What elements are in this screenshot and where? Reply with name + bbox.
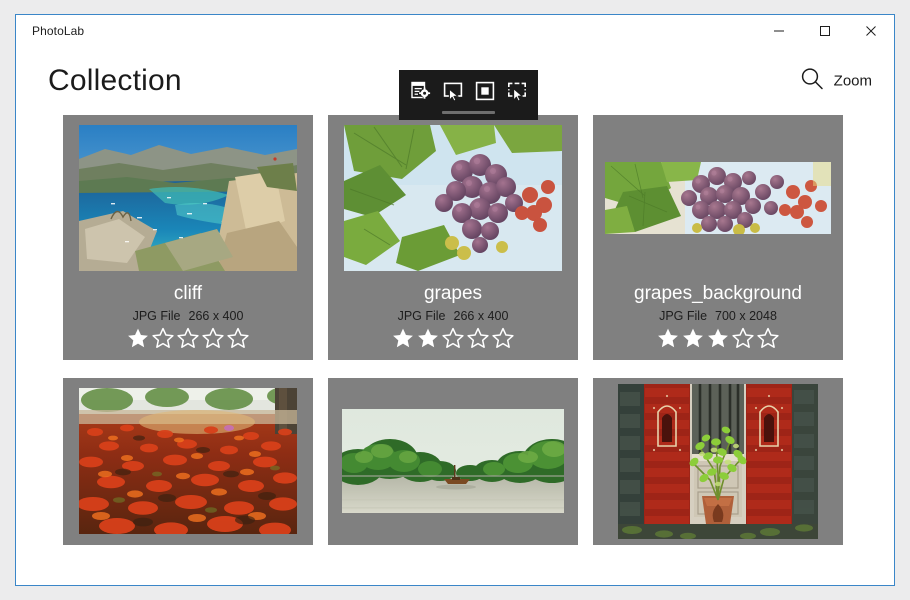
search-icon xyxy=(799,66,825,97)
photo-card-river[interactable] xyxy=(328,378,578,545)
star-4[interactable] xyxy=(201,326,225,350)
card-title: grapes_background xyxy=(634,283,802,305)
zoom-button[interactable]: Zoom xyxy=(799,66,872,97)
thumbnail-wrap xyxy=(593,378,843,544)
star-2[interactable] xyxy=(416,326,440,350)
star-1[interactable] xyxy=(656,326,680,350)
app-window: PhotoLab Collection xyxy=(15,14,895,586)
thumbnail-cliff xyxy=(79,125,297,271)
file-type: JPG File xyxy=(398,309,446,323)
close-button[interactable] xyxy=(848,15,894,47)
photo-card-leaves[interactable] xyxy=(63,378,313,545)
properties-button[interactable] xyxy=(405,74,437,108)
card-meta: JPG File 266 x 400 xyxy=(133,309,244,323)
thumbnail-river xyxy=(342,409,564,513)
star-5[interactable] xyxy=(756,326,780,350)
toolbar-drag-handle[interactable] xyxy=(442,111,495,114)
dimensions: 266 x 400 xyxy=(454,309,509,323)
maximize-button[interactable] xyxy=(802,15,848,47)
star-5[interactable] xyxy=(226,326,250,350)
star-2[interactable] xyxy=(681,326,705,350)
star-1[interactable] xyxy=(391,326,415,350)
star-3[interactable] xyxy=(441,326,465,350)
thumbnail-grapes-background xyxy=(605,162,831,234)
star-1[interactable] xyxy=(126,326,150,350)
card-title: cliff xyxy=(174,283,202,305)
zoom-label: Zoom xyxy=(834,73,872,90)
dimensions: 700 x 2048 xyxy=(715,309,777,323)
star-5[interactable] xyxy=(491,326,515,350)
star-2[interactable] xyxy=(151,326,175,350)
thumbnail-leaves xyxy=(79,388,297,534)
file-type: JPG File xyxy=(659,309,707,323)
photo-grid: cliff JPG File 266 x 400 xyxy=(63,115,894,545)
star-4[interactable] xyxy=(466,326,490,350)
rating-stars[interactable] xyxy=(656,326,780,350)
select-mode-button[interactable] xyxy=(437,74,469,108)
gallery[interactable]: cliff JPG File 266 x 400 xyxy=(16,115,894,585)
thumbnail-grapes xyxy=(344,125,562,271)
rating-stars[interactable] xyxy=(391,326,515,350)
card-meta: JPG File 700 x 2048 xyxy=(659,309,777,323)
photo-card-doorway[interactable] xyxy=(593,378,843,545)
window-controls xyxy=(756,15,894,47)
card-meta: JPG File 266 x 400 xyxy=(398,309,509,323)
command-toolbar xyxy=(399,70,538,120)
frame-button[interactable] xyxy=(469,74,501,108)
dashed-frame-pointer-icon xyxy=(506,80,528,102)
pointer-frame-icon xyxy=(442,80,464,102)
photo-card-grapes-background[interactable]: grapes_background JPG File 700 x 2048 xyxy=(593,115,843,360)
page-title: Collection xyxy=(48,64,182,98)
thumbnail-wrap xyxy=(63,115,313,281)
dimensions: 266 x 400 xyxy=(189,309,244,323)
nested-square-icon xyxy=(474,80,496,102)
star-3[interactable] xyxy=(706,326,730,350)
toolbar-icons xyxy=(405,70,533,108)
document-gear-icon xyxy=(410,80,432,102)
title-bar: PhotoLab xyxy=(16,15,894,47)
thumbnail-wrap xyxy=(593,115,843,281)
thumbnail-wrap xyxy=(63,378,313,544)
thumbnail-wrap xyxy=(328,115,578,281)
rating-stars[interactable] xyxy=(126,326,250,350)
thumbnail-doorway xyxy=(618,384,818,539)
thumbnail-wrap xyxy=(328,378,578,544)
photo-card-grapes[interactable]: grapes JPG File 266 x 400 xyxy=(328,115,578,360)
card-title: grapes xyxy=(424,283,482,305)
marquee-select-button[interactable] xyxy=(501,74,533,108)
photo-card-cliff[interactable]: cliff JPG File 266 x 400 xyxy=(63,115,313,360)
star-4[interactable] xyxy=(731,326,755,350)
window-title: PhotoLab xyxy=(16,15,84,47)
file-type: JPG File xyxy=(133,309,181,323)
star-3[interactable] xyxy=(176,326,200,350)
minimize-button[interactable] xyxy=(756,15,802,47)
